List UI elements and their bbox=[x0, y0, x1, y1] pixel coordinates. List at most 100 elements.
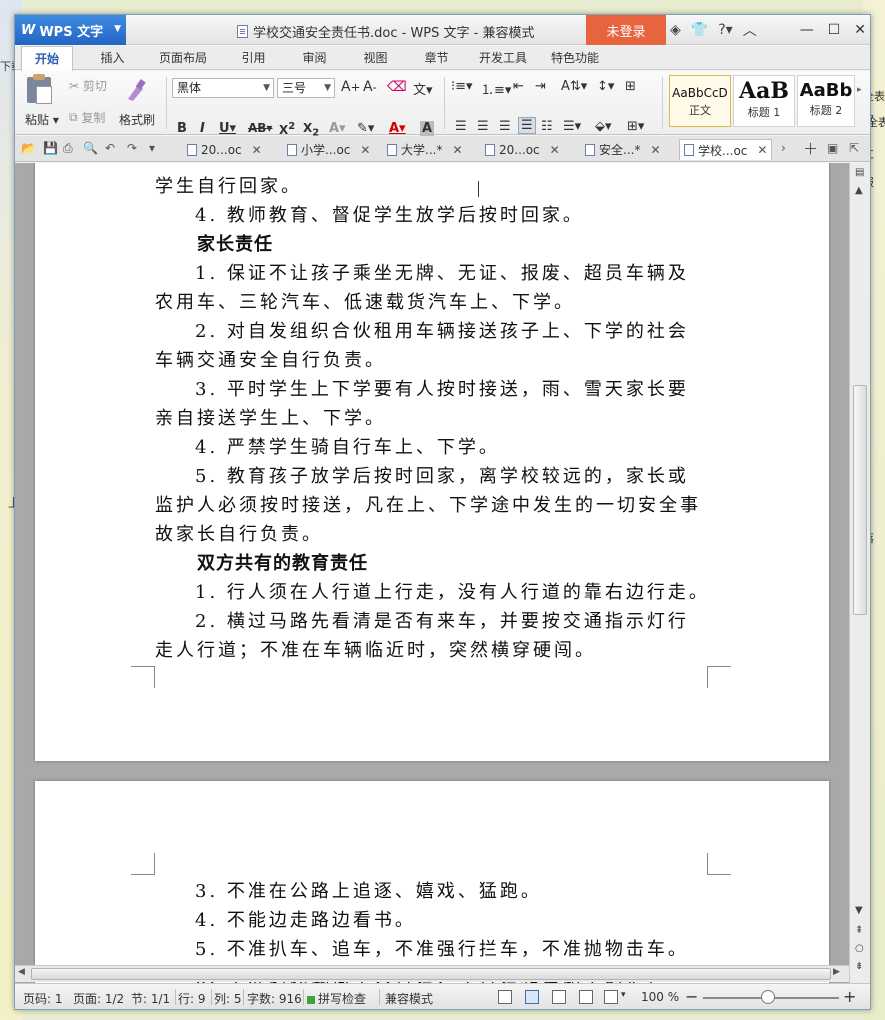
select-browse-icon[interactable]: ▤ bbox=[855, 167, 864, 178]
cut-button[interactable]: ✂ 剪切 bbox=[69, 77, 107, 94]
tabs-scroll-right-icon[interactable]: › bbox=[781, 141, 786, 155]
numbered-list-icon[interactable]: ⒈≡▾ bbox=[481, 79, 511, 98]
undo-icon[interactable]: ↶ bbox=[105, 141, 115, 155]
scroll-up-icon[interactable]: ▲ bbox=[855, 185, 863, 196]
doc-tab[interactable]: 小学...oc ✕ bbox=[287, 139, 370, 160]
phonetic-icon[interactable]: 文▾ bbox=[413, 79, 433, 98]
font-size-select[interactable]: 三号 ▼ bbox=[277, 78, 335, 98]
scroll-down-icon[interactable]: ▼ bbox=[855, 905, 863, 916]
reading-mode-icon[interactable] bbox=[604, 990, 618, 1004]
vertical-scrollbar[interactable]: ▤ ▲ ▼ ⇞ ○ ⇟ bbox=[849, 163, 870, 983]
zoom-in-icon[interactable]: + bbox=[843, 987, 856, 1006]
bullet-list-icon[interactable]: ⁝≡▾ bbox=[451, 79, 473, 94]
login-button[interactable]: 未登录 bbox=[586, 15, 666, 45]
print-preview-icon[interactable]: 🔍 bbox=[83, 141, 98, 155]
scroll-left-icon[interactable]: ◀ bbox=[18, 967, 25, 977]
browse-object-icon[interactable]: ○ bbox=[855, 943, 864, 954]
zoom-out-icon[interactable]: − bbox=[685, 987, 698, 1006]
doc-tab[interactable]: 20...oc ✕ bbox=[187, 139, 262, 160]
scroll-right-icon[interactable]: ▶ bbox=[833, 967, 840, 977]
full-screen-view-icon[interactable] bbox=[498, 990, 512, 1004]
next-page-icon[interactable]: ⇟ bbox=[855, 961, 863, 972]
paste-icon[interactable] bbox=[27, 74, 52, 104]
tab-list-icon[interactable]: ▣ bbox=[827, 141, 838, 155]
save-icon[interactable]: 💾 bbox=[43, 141, 58, 155]
tab-page-layout[interactable]: 页面布局 bbox=[143, 46, 223, 69]
chevron-down-icon[interactable]: ▾ bbox=[621, 990, 626, 1000]
char-shading-icon[interactable]: A bbox=[420, 121, 435, 136]
line-spacing-icon[interactable]: ☰▾ bbox=[563, 119, 581, 134]
status-col[interactable]: 列: 5 bbox=[214, 990, 242, 1007]
redo-icon[interactable]: ↷ bbox=[127, 141, 137, 155]
new-tab-icon[interactable]: ＋ bbox=[803, 138, 818, 159]
document-canvas[interactable]: 学生自行回家。 4. 教师教育、督促学生放学后按时回家。 家长责任 1. 保证不让孩子… bbox=[15, 163, 849, 983]
outline-view-icon[interactable] bbox=[552, 990, 566, 1004]
close-icon[interactable]: ✕ bbox=[854, 22, 866, 38]
close-icon[interactable]: ✕ bbox=[757, 143, 767, 157]
status-row[interactable]: 行: 9 bbox=[178, 990, 206, 1007]
tab-view[interactable]: 视图 bbox=[345, 46, 406, 69]
vertical-scroll-thumb[interactable] bbox=[853, 385, 867, 615]
bold-icon[interactable]: B bbox=[177, 121, 187, 136]
show-marks-icon[interactable]: ⊞ bbox=[625, 79, 636, 94]
tab-home[interactable]: 开始 bbox=[21, 46, 73, 71]
borders-icon[interactable]: ⊞▾ bbox=[627, 119, 644, 134]
previous-page-icon[interactable]: ⇞ bbox=[855, 925, 863, 936]
print-icon[interactable]: ⎙ bbox=[63, 141, 73, 156]
close-icon[interactable]: ✕ bbox=[360, 143, 370, 157]
skin-icon[interactable]: ◈ bbox=[670, 22, 681, 38]
doc-tab[interactable]: 大学...* ✕ bbox=[387, 139, 463, 160]
collapse-ribbon-icon[interactable]: ︿ bbox=[743, 20, 757, 40]
shrink-font-icon[interactable]: A- bbox=[363, 79, 377, 95]
tab-menu-icon[interactable]: ⇱ bbox=[849, 141, 859, 155]
doc-tab[interactable]: 20...oc ✕ bbox=[485, 139, 560, 160]
highlight-icon[interactable]: ✎▾ bbox=[357, 121, 374, 136]
tab-chapter[interactable]: 章节 bbox=[406, 46, 467, 69]
distribute-icon[interactable]: ☷ bbox=[541, 119, 553, 134]
doc-tab[interactable]: 安全...* ✕ bbox=[585, 139, 661, 160]
minimize-icon[interactable]: — bbox=[800, 22, 814, 38]
close-icon[interactable]: ✕ bbox=[452, 143, 462, 157]
zoom-level[interactable]: 100 % bbox=[641, 990, 679, 1004]
status-pages[interactable]: 页面: 1/2 bbox=[73, 990, 124, 1007]
grow-font-icon[interactable]: A + bbox=[341, 79, 360, 95]
styles-more-icon[interactable]: ▸ bbox=[857, 85, 862, 95]
shading-icon[interactable]: ⬙▾ bbox=[595, 119, 612, 134]
justify-icon[interactable]: ☰ bbox=[518, 117, 536, 134]
shirt-icon[interactable]: 👕 bbox=[691, 22, 708, 38]
open-folder-icon[interactable]: 📂 bbox=[21, 141, 36, 155]
page-view-icon[interactable] bbox=[525, 990, 539, 1004]
strikethrough-icon[interactable]: AB▾ bbox=[248, 121, 272, 135]
quick-access-more-icon[interactable]: ▾ bbox=[149, 141, 155, 155]
align-center-icon[interactable]: ☰ bbox=[477, 119, 489, 134]
paste-button[interactable]: 粘贴 ▾ bbox=[25, 111, 59, 128]
close-icon[interactable]: ✕ bbox=[252, 143, 262, 157]
tab-developer[interactable]: 开发工具 bbox=[467, 46, 539, 69]
horizontal-scrollbar[interactable]: ◀ ▶ bbox=[15, 965, 849, 982]
text-direction-icon[interactable]: A⇅▾ bbox=[561, 79, 587, 94]
spell-check-button[interactable]: 拼写检查 bbox=[307, 990, 366, 1007]
tab-special[interactable]: 特色功能 bbox=[539, 46, 611, 69]
font-name-select[interactable]: 黑体 ▼ bbox=[172, 78, 274, 98]
style-normal[interactable]: AaBbCcD 正文 bbox=[669, 75, 731, 127]
align-right-icon[interactable]: ☰ bbox=[499, 119, 511, 134]
maximize-icon[interactable]: ☐ bbox=[828, 22, 841, 38]
horizontal-scroll-thumb[interactable] bbox=[31, 968, 831, 980]
superscript-icon[interactable]: X2 bbox=[279, 121, 295, 137]
format-painter-button[interactable]: 格式刷 bbox=[119, 111, 155, 128]
status-words[interactable]: 字数: 916 bbox=[247, 990, 302, 1007]
clear-format-icon[interactable]: ⌫ bbox=[387, 79, 407, 95]
style-heading-2[interactable]: AaBb 标题 2 bbox=[797, 75, 855, 127]
help-button[interactable]: ?▾ bbox=[718, 22, 732, 38]
wps-app-button[interactable]: W WPS 文字 ▼ bbox=[15, 15, 126, 45]
italic-icon[interactable]: I bbox=[200, 121, 205, 136]
text-effect-icon[interactable]: A▾ bbox=[329, 121, 346, 136]
sort-icon[interactable]: ↕▾ bbox=[597, 79, 614, 94]
align-left-icon[interactable]: ☰ bbox=[455, 119, 467, 134]
zoom-slider-handle[interactable] bbox=[761, 990, 775, 1004]
tab-references[interactable]: 引用 bbox=[223, 46, 284, 69]
close-icon[interactable]: ✕ bbox=[550, 143, 560, 157]
status-section[interactable]: 节: 1/1 bbox=[131, 990, 170, 1007]
tab-insert[interactable]: 插入 bbox=[82, 46, 143, 69]
underline-icon[interactable]: U▾ bbox=[219, 121, 236, 136]
